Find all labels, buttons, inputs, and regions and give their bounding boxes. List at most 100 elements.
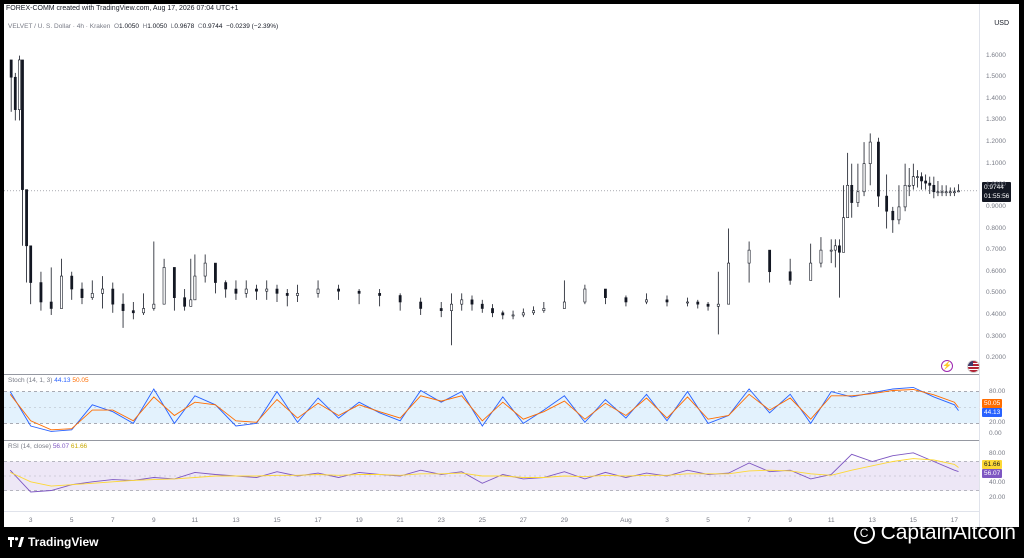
candle — [265, 280, 269, 300]
chart-frame: FOREX-COMM created with TradingView.com,… — [4, 4, 1019, 527]
us-flag-icon[interactable] — [967, 360, 980, 373]
candle-body — [203, 262, 207, 277]
candle — [70, 271, 74, 300]
stoch-d-tag: 50.05 — [982, 399, 1003, 408]
rsi-pane[interactable] — [4, 441, 979, 511]
rsi-tick-label: 20.00 — [989, 493, 1006, 501]
candle — [101, 276, 104, 309]
rsi-tick-label: 40.00 — [989, 479, 1006, 487]
candle-body — [111, 288, 115, 305]
candle-body — [897, 206, 901, 221]
candle-body — [542, 308, 546, 311]
price-tick-label: 1.3000 — [986, 116, 1006, 124]
candle — [501, 310, 505, 320]
rsi-value: 56.07 — [52, 443, 70, 450]
footer-bar: TradingView C CaptainAltcoin — [0, 521, 1024, 558]
candle-body — [152, 303, 156, 309]
stoch-tick-label: 80.00 — [989, 387, 1006, 395]
stoch-k-value: 44.13 — [54, 377, 71, 384]
price-tick-label: 0.7000 — [986, 246, 1006, 254]
time-tick-label: 5 — [706, 517, 710, 524]
price-tick-label: 1.5000 — [986, 73, 1006, 81]
candle-body — [727, 262, 730, 305]
candle — [357, 289, 361, 305]
candle-body — [819, 249, 823, 264]
candle-body — [952, 191, 956, 194]
tradingview-icon — [8, 537, 24, 547]
candle — [378, 289, 382, 307]
candle — [862, 142, 866, 197]
candle — [183, 289, 187, 311]
candle — [17, 55, 21, 121]
stoch-k-tag: 44.13 — [982, 408, 1003, 417]
candle-body — [928, 182, 932, 186]
candle — [25, 189, 28, 283]
candle-body — [936, 191, 940, 194]
time-tick-label: 25 — [479, 517, 487, 524]
watermark: C CaptainAltcoin — [853, 521, 1016, 545]
candle-body — [193, 275, 197, 301]
candle — [29, 245, 33, 305]
candle — [49, 267, 53, 315]
candle-body — [398, 295, 402, 303]
candle-body — [224, 282, 228, 290]
candle — [152, 241, 156, 311]
rsi-tag: 56.07 — [982, 469, 1003, 478]
time-tick-label: 3 — [29, 517, 33, 524]
candle-body — [80, 288, 84, 298]
candle-body — [645, 299, 648, 303]
candle-body — [809, 262, 813, 281]
price-tick-label: 0.4000 — [986, 310, 1006, 318]
candle — [829, 239, 833, 264]
candle-body — [316, 288, 320, 294]
time-tick-label: 29 — [561, 517, 569, 524]
candle-body — [183, 297, 187, 307]
candle — [255, 284, 258, 300]
candle-body — [90, 293, 94, 298]
candle-body — [470, 299, 474, 305]
candle — [419, 297, 423, 315]
candle-body — [862, 163, 866, 193]
candle — [562, 280, 566, 309]
candle — [491, 304, 494, 318]
candle-body — [357, 290, 361, 294]
candle-body — [491, 308, 494, 314]
price-tick-label: 1.1000 — [986, 159, 1006, 167]
time-tick-label: 9 — [152, 517, 156, 524]
candle — [337, 284, 340, 300]
time-tick-label: Aug — [620, 517, 632, 524]
stoch-tick-label: 0.00 — [989, 430, 1002, 437]
price-chart[interactable] — [4, 4, 979, 374]
candle-body — [21, 59, 24, 190]
candle — [532, 306, 535, 315]
time-tick-label: 17 — [314, 517, 322, 524]
candle — [903, 163, 907, 212]
stoch-pane[interactable] — [4, 375, 979, 440]
candle-body — [920, 176, 923, 182]
rsi-ma-tag: 61.66 — [982, 460, 1003, 469]
candle-body — [846, 184, 850, 219]
candle — [234, 280, 238, 300]
candle — [203, 254, 207, 283]
candle-body — [957, 190, 960, 193]
candle-body — [665, 299, 669, 303]
currency-label[interactable]: USD — [994, 20, 1009, 27]
rsi-legend: RSI (14, close) 56.07 61.66 — [8, 443, 87, 450]
candle — [665, 295, 669, 307]
candle — [624, 295, 628, 307]
candle-body — [838, 245, 841, 253]
candle — [940, 185, 944, 197]
candle — [747, 241, 751, 283]
candle-body — [60, 275, 63, 309]
candle — [957, 184, 960, 193]
candle-body — [696, 301, 700, 305]
price-tick-label: 1.6000 — [986, 51, 1006, 59]
time-axis: 3 5 7 9 11 13 15 17 19 21 23 25 27 29 Aug 3 5 7 9 11 13 15 17 — [29, 517, 958, 524]
price-tick-label: 0.2000 — [986, 354, 1006, 362]
candle-body — [829, 249, 833, 252]
stoch-title: Stoch (14, 1, 3) — [8, 377, 53, 384]
candle-body — [686, 301, 689, 304]
candle-body — [716, 303, 720, 307]
candle — [296, 284, 299, 302]
lightning-icon[interactable]: ⚡ — [941, 360, 953, 372]
